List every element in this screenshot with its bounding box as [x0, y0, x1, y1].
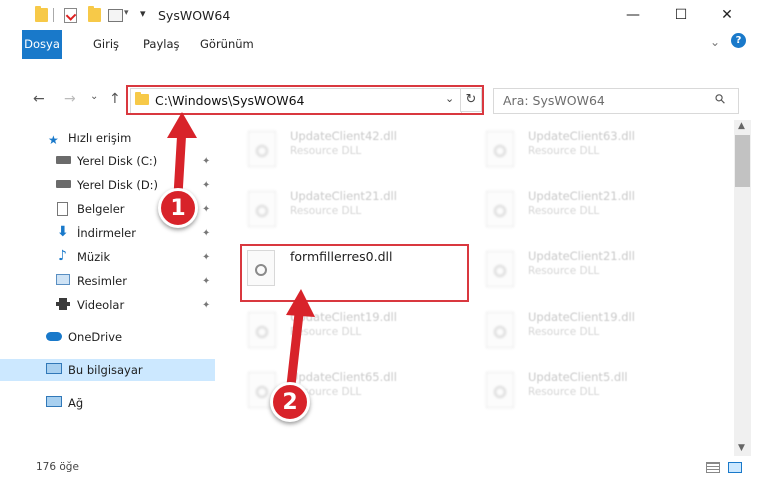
step-2-badge: 2: [270, 382, 310, 422]
arrow-1-shaft: [173, 123, 187, 200]
arrow-2-shaft: [286, 300, 305, 390]
arrow-1-head: [167, 112, 197, 138]
explorer-window: ▾ ▾ SysWOW64 — ☐ ✕ Dosya Giriş Paylaş Gö…: [0, 0, 769, 494]
arrow-2-head: [286, 289, 315, 317]
step-1-badge: 1: [158, 188, 198, 228]
annotation-arrows: [167, 112, 315, 390]
